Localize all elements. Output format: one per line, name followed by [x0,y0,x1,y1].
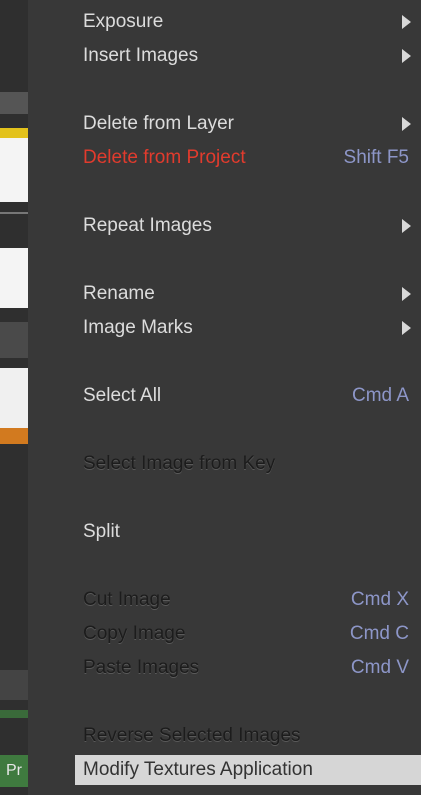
menu-item-label: Copy Image [83,623,186,644]
shortcut-label: Cmd X [350,589,409,610]
submenu-arrow-icon [402,219,411,233]
menu-item-exposure[interactable]: Exposure [75,7,421,37]
menu-item-delete-from-layer[interactable]: Delete from Layer [75,109,421,139]
menu-item-label: Delete from Project [83,147,246,168]
menu-item-select-all[interactable]: Select All Cmd A [75,381,421,411]
menu-item-label: Modify Textures Application [83,759,313,780]
shortcut-label: Cmd V [350,657,409,678]
menu-item-label: Image Marks [83,317,193,338]
menu-item-label: Repeat Images [83,215,212,236]
menu-item-copy-image: Copy Image Cmd C [75,619,421,649]
menu-item-label: Select All [83,385,162,406]
timeline-band [0,322,28,358]
timeline-band [0,670,28,700]
context-menu: Exposure Insert Images Delete from Layer… [28,0,421,795]
menu-item-repeat-images[interactable]: Repeat Images [75,211,421,241]
image-thumbnail[interactable] [0,248,28,308]
menu-item-label: Paste Images [83,657,200,678]
menu-item-label: Reverse Selected Images [83,725,301,746]
background-app-strip: Pr [0,0,28,795]
menu-item-label: Select Image from Key [83,453,276,474]
shortcut-label: Shift F5 [343,147,409,168]
submenu-arrow-icon [402,117,411,131]
menu-item-modify-textures-application[interactable]: Modify Textures Application [75,755,421,785]
timeline-band [0,92,28,114]
divider [0,212,28,214]
menu-item-select-image-from-key: Select Image from Key [75,449,421,479]
timeline-band [0,710,28,718]
submenu-arrow-icon [402,321,411,335]
menu-item-label: Split [83,521,120,542]
submenu-arrow-icon [402,287,411,301]
menu-item-label: Delete from Layer [83,113,235,134]
shortcut-label: Cmd C [349,623,409,644]
menu-item-label: Rename [83,283,155,304]
image-thumbnail[interactable] [0,128,28,202]
submenu-arrow-icon [402,49,411,63]
menu-item-label: Insert Images [83,45,199,66]
submenu-arrow-icon [402,15,411,29]
shortcut-label: Cmd A [351,385,409,406]
menu-item-insert-images[interactable]: Insert Images [75,41,421,71]
menu-item-cut-image: Cut Image Cmd X [75,585,421,615]
menu-item-reverse-selected-images: Reverse Selected Images [75,721,421,751]
menu-item-label: Cut Image [83,589,171,610]
menu-item-image-marks[interactable]: Image Marks [75,313,421,343]
bottom-tab[interactable]: Pr [0,755,28,787]
image-thumbnail[interactable] [0,368,28,444]
menu-item-label: Exposure [83,11,164,32]
menu-item-delete-from-project[interactable]: Delete from Project Shift F5 [75,143,421,173]
menu-item-split[interactable]: Split [75,517,421,547]
menu-item-paste-images: Paste Images Cmd V [75,653,421,683]
menu-item-rename[interactable]: Rename [75,279,421,309]
